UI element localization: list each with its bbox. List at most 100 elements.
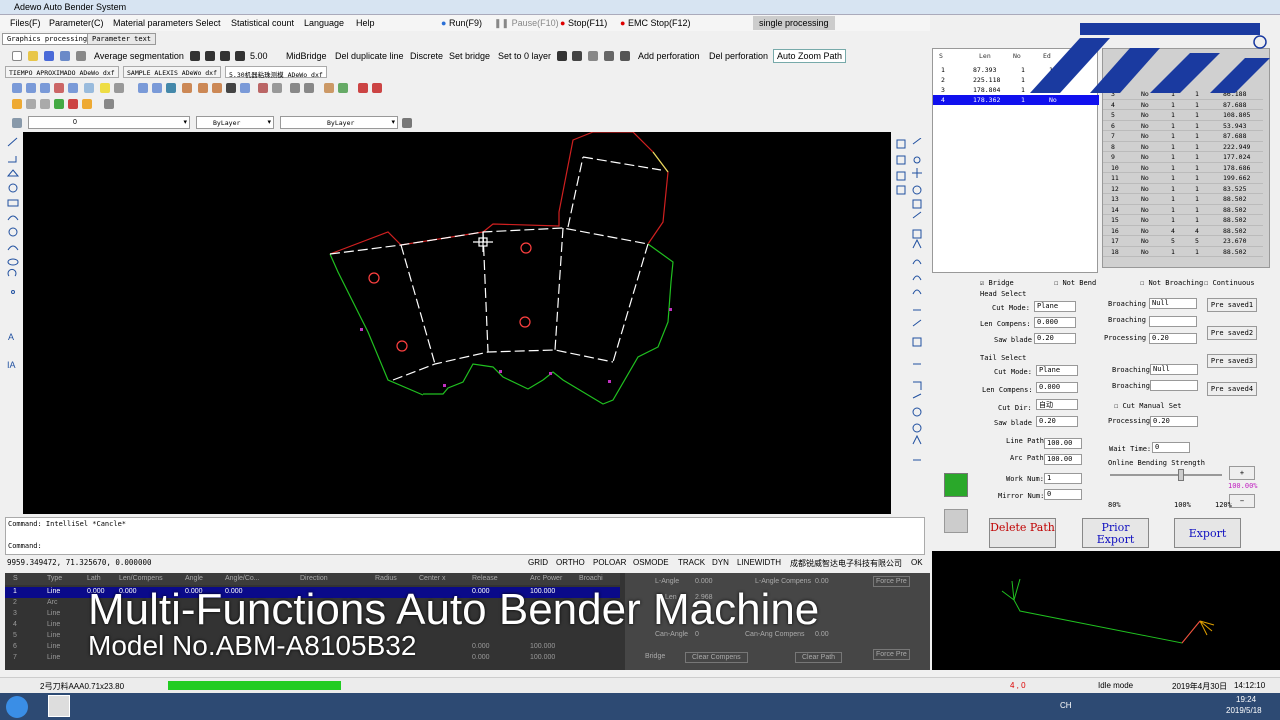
light-icon[interactable]: [100, 83, 110, 93]
len-comp-field[interactable]: 0.000: [1034, 317, 1076, 328]
clear-compens-button[interactable]: Clear Compens: [685, 652, 748, 663]
del-perforation-button[interactable]: Del perforation: [709, 51, 768, 61]
layer-select[interactable]: 0 ▾: [28, 116, 190, 129]
tail-broaching-field-2[interactable]: [1150, 380, 1198, 391]
layer-icon[interactable]: [84, 83, 94, 93]
edit-icon[interactable]: [182, 83, 192, 93]
menu-files[interactable]: Files(F): [10, 18, 41, 28]
strength-plus-button[interactable]: +: [1229, 466, 1255, 480]
average-seg-button[interactable]: Average segmentation: [94, 51, 184, 61]
pre-saved-3-button[interactable]: Pre saved3: [1207, 354, 1257, 368]
color-select[interactable]: ByLayer ▾: [196, 116, 274, 129]
zoom-icon[interactable]: [12, 83, 22, 93]
broaching-field-2[interactable]: [1149, 316, 1197, 327]
menu-help[interactable]: Help: [356, 18, 375, 28]
tail-len-comp-field[interactable]: 0.000: [1036, 382, 1078, 393]
mode-select[interactable]: single processing: [753, 16, 835, 30]
draw-icon[interactable]: [54, 83, 64, 93]
settings-icon[interactable]: [114, 83, 124, 93]
zoom-extents-icon[interactable]: [152, 83, 162, 93]
delete-path-button[interactable]: Delete Path: [989, 518, 1056, 548]
table-row[interactable]: 12 No 1 1 83.525: [1103, 184, 1263, 194]
add-perforation-button[interactable]: Add perforation: [638, 51, 700, 61]
dyn-toggle[interactable]: DYN: [712, 558, 729, 567]
hatch-icon[interactable]: [12, 99, 22, 109]
pre-saved-1-button[interactable]: Pre saved1: [1207, 298, 1257, 312]
brush-icon[interactable]: [212, 83, 222, 93]
clear-path-button[interactable]: Clear Path: [795, 652, 843, 663]
table-row[interactable]: 16 No 4 4 88.502: [1103, 226, 1263, 236]
continuous-checkbox[interactable]: ☐ Continuous: [1204, 279, 1255, 287]
emc-stop-button[interactable]: ● EMC Stop(F12): [620, 18, 690, 28]
table-row[interactable]: 13 No 1 1 88.502: [1103, 194, 1263, 205]
start-icon[interactable]: [6, 696, 28, 718]
drawing-canvas[interactable]: [23, 131, 891, 514]
pre-saved-2-button[interactable]: Pre saved2: [1207, 326, 1257, 340]
tool-icon-7[interactable]: [588, 51, 598, 61]
strength-slider-track[interactable]: [1110, 474, 1222, 476]
tail-saw-blade-field[interactable]: 0.20: [1036, 416, 1078, 427]
table-row[interactable]: 8 No 1 1 222.949: [1103, 142, 1263, 152]
circle-icon[interactable]: [68, 99, 78, 109]
tail-cut-mode-field[interactable]: Plane: [1036, 365, 1078, 376]
work-num-field[interactable]: 1: [1044, 473, 1082, 484]
table-row[interactable]: 14 No 1 1 88.502: [1103, 205, 1263, 215]
bridge-check[interactable]: Bridge: [645, 653, 665, 660]
strength-minus-button[interactable]: −: [1229, 494, 1255, 508]
tail-broaching-field[interactable]: Null: [1150, 364, 1198, 375]
new-icon[interactable]: [12, 51, 22, 61]
cut-manual-checkbox[interactable]: ☐ Cut Manual Set: [1114, 402, 1181, 410]
discrete-button[interactable]: Discrete: [410, 51, 443, 61]
shape-icon[interactable]: [54, 99, 64, 109]
tool-icon-2[interactable]: [205, 51, 215, 61]
line-path-field[interactable]: 100.00: [1044, 438, 1082, 449]
up-arrow-icon[interactable]: [944, 473, 968, 497]
tail-processing-field[interactable]: 0.20: [1150, 416, 1198, 427]
doc-tab-1[interactable]: TIEMPO APROXIMADO ADeWo dxf: [5, 66, 119, 78]
grid-icon[interactable]: [258, 83, 268, 93]
osmode-toggle[interactable]: OSMODE: [633, 558, 669, 567]
l-angle-value[interactable]: 0.000: [695, 578, 713, 585]
broaching-field[interactable]: Null: [1149, 298, 1197, 309]
tool-icon-4[interactable]: [235, 51, 245, 61]
save-as-icon[interactable]: [60, 51, 70, 61]
pen-icon[interactable]: [82, 99, 92, 109]
edit-tools-icons[interactable]: [895, 137, 925, 514]
segment-value[interactable]: 5.00: [250, 51, 268, 61]
cut-dir-field[interactable]: 自动: [1036, 399, 1078, 410]
wait-time-field[interactable]: 0: [1152, 442, 1190, 453]
cut-mode-field[interactable]: Plane: [1034, 301, 1076, 312]
bridge-checkbox[interactable]: ☑ Bridge: [980, 279, 1014, 287]
table-row[interactable]: 6 No 1 1 53.943: [1103, 121, 1263, 131]
down-arrow-icon[interactable]: [944, 509, 968, 533]
set-layer-button[interactable]: Set to 0 layer: [498, 51, 551, 61]
print2-icon[interactable]: [372, 83, 382, 93]
l-angle-comp-value[interactable]: 0.00: [815, 578, 829, 585]
zoom-in-icon[interactable]: [26, 83, 36, 93]
tool-icon-5[interactable]: [557, 51, 567, 61]
prior-export-button[interactable]: Prior Export: [1082, 518, 1149, 548]
menu-statistical[interactable]: Statistical count: [231, 18, 294, 28]
pre-saved-4-button[interactable]: Pre saved4: [1207, 382, 1257, 396]
table-row[interactable]: 7 No 1 1 87.688: [1103, 131, 1263, 142]
export-icon[interactable]: [358, 83, 368, 93]
set-bridge-button[interactable]: Set bridge: [449, 51, 490, 61]
track-toggle[interactable]: TRACK: [678, 558, 705, 567]
tool-icon-6[interactable]: [572, 51, 582, 61]
line-icon[interactable]: [226, 83, 236, 93]
processing-field[interactable]: 0.20: [1149, 333, 1197, 344]
tab-parameter[interactable]: Parameter text: [87, 33, 157, 45]
match-prop-icon[interactable]: [402, 118, 412, 128]
linewidth-toggle[interactable]: LINEWIDTH: [737, 558, 781, 567]
tool-icon-1[interactable]: [190, 51, 200, 61]
menu-material[interactable]: Material parameters Select: [113, 18, 221, 28]
layer-manager-icon[interactable]: [12, 118, 22, 128]
polar-toggle[interactable]: POLOAR: [593, 558, 626, 567]
tool-icon-9[interactable]: [620, 51, 630, 61]
print-icon[interactable]: [76, 51, 86, 61]
table-row[interactable]: 10 No 1 1 178.686: [1103, 163, 1263, 173]
strength-slider-handle[interactable]: [1178, 469, 1184, 481]
draw-tools-icons[interactable]: A IA: [5, 132, 21, 514]
not-bend-checkbox[interactable]: ☐ Not Bend: [1054, 279, 1096, 287]
undo-icon[interactable]: [290, 83, 300, 93]
